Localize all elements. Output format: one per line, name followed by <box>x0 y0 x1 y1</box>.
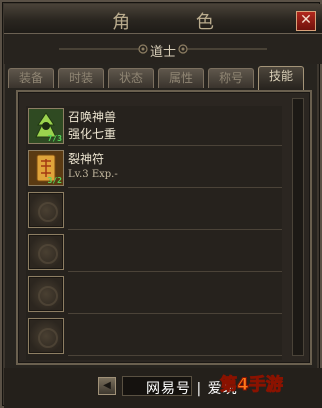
character-window: 角 色 ✕ 道士 装备 时装 状态 属性 称号 技能 7/3 召唤神兽 强化七重… <box>0 0 322 408</box>
scrollbar[interactable] <box>292 98 304 356</box>
prev-page-button[interactable]: ◀ <box>98 377 116 395</box>
row-divider <box>68 229 282 230</box>
tab-titles[interactable]: 称号 <box>208 68 254 88</box>
skill-level: Lv.3 Exp.- <box>68 169 118 180</box>
skill-row[interactable]: 3/2 裂神符 Lv.3 Exp.- <box>26 148 282 188</box>
row-divider <box>68 313 282 314</box>
empty-slot-icon[interactable] <box>28 234 64 270</box>
bottom-bar: ◀ 网易号 | 爱玩 第4手游 <box>4 368 322 408</box>
skill-badge: 3/2 <box>47 176 62 185</box>
row-divider <box>68 271 282 272</box>
skill-row[interactable] <box>26 274 282 314</box>
tab-attributes[interactable]: 属性 <box>158 68 204 88</box>
window-title: 角 色 <box>112 12 244 33</box>
right-ornament-icon <box>178 44 267 54</box>
tab-fashion[interactable]: 时装 <box>58 68 104 88</box>
skill-enhance: 强化七重 <box>68 127 117 141</box>
skill-row[interactable] <box>26 316 282 356</box>
skill-badge: 7/3 <box>47 134 62 143</box>
summon-beast-icon[interactable]: 7/3 <box>28 108 64 144</box>
skills-list: 7/3 召唤神兽 强化七重 3/2 裂神符 Lv.3 Exp.- <box>26 106 282 360</box>
skill-name: 裂神符 <box>68 152 105 166</box>
talisman-icon[interactable]: 3/2 <box>28 150 64 186</box>
skill-name: 召唤神兽 <box>68 110 117 124</box>
title-bar[interactable]: 角 色 ✕ <box>4 4 322 34</box>
watermark-logo: 第4手游 <box>220 375 284 396</box>
empty-slot-icon[interactable] <box>28 192 64 228</box>
skills-panel: 7/3 召唤神兽 强化七重 3/2 裂神符 Lv.3 Exp.- <box>16 90 312 365</box>
tab-equipment[interactable]: 装备 <box>8 68 54 88</box>
skill-row[interactable] <box>26 232 282 272</box>
tab-strip: 装备 时装 状态 属性 称号 技能 <box>8 66 314 90</box>
row-divider <box>68 145 282 146</box>
class-header: 道士 <box>4 34 322 64</box>
row-divider <box>68 187 282 188</box>
class-name: 道士 <box>149 45 176 60</box>
close-button[interactable]: ✕ <box>296 11 316 31</box>
skill-row[interactable]: 7/3 召唤神兽 强化七重 <box>26 106 282 146</box>
empty-slot-icon[interactable] <box>28 318 64 354</box>
tab-status[interactable]: 状态 <box>108 68 154 88</box>
empty-slot-icon[interactable] <box>28 276 64 312</box>
tab-skills[interactable]: 技能 <box>258 66 304 90</box>
skill-row[interactable] <box>26 190 282 230</box>
row-divider <box>68 355 282 356</box>
